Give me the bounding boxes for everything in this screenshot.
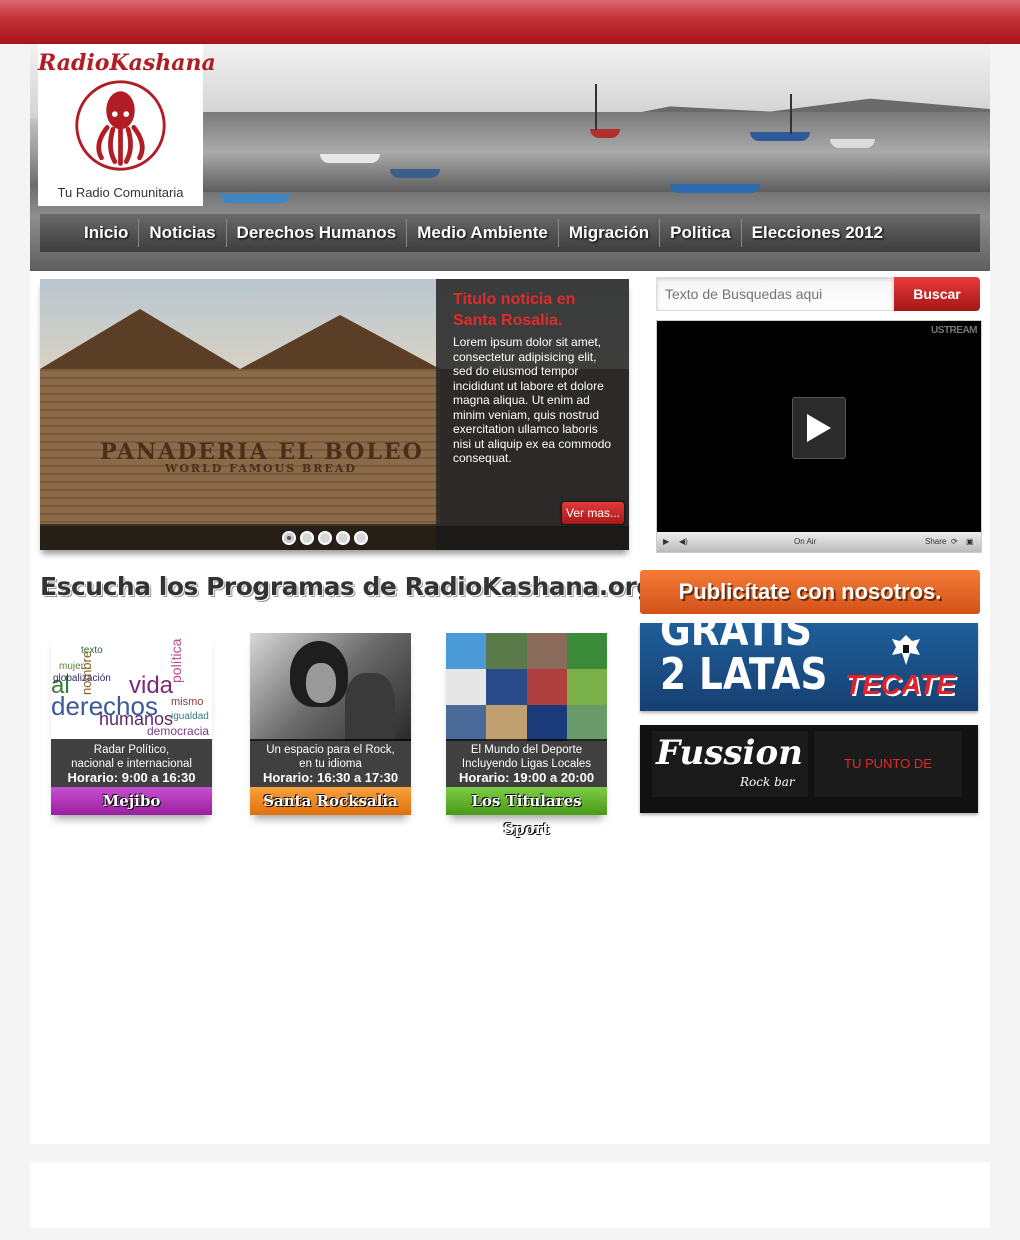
ad-fussion-subtitle: Rock bar [740,775,795,789]
player-brand: USTREAM [931,325,977,336]
top-bar [0,0,1020,44]
fullscreen-icon[interactable]: ▣ [966,537,974,546]
slider-dot-4[interactable] [335,531,350,545]
main-nav: Inicio Noticias Derechos Humanos Medio A… [40,214,980,252]
ad-fussion-tagline: TU PUNTO DE ENCUENTRO [814,731,962,797]
play-button[interactable] [792,397,846,459]
word-cloud-word: igualdad [171,711,209,722]
program-image [250,633,411,741]
play-icon [807,414,831,442]
program-line1: Radar Político, [93,744,170,756]
program-card-mejibo[interactable]: al vida política derechos humanos mujer … [51,633,212,815]
search-input[interactable] [656,277,894,311]
word-cloud-word: texto [81,645,103,656]
program-line2: Incluyendo Ligas Locales [461,758,592,770]
nav-item-medio-ambiente[interactable]: Medio Ambiente [407,219,559,247]
squid-logo-icon [75,80,166,171]
banner-boat [320,154,380,163]
news-slider: PANADERIA EL BOLEO WORLD FAMOUS BREAD Ti… [40,279,629,550]
logo-subtitle: Tu Radio Comunitaria [57,185,184,200]
banner-boat [750,132,810,141]
word-cloud-word: mismo [171,696,203,708]
refresh-icon[interactable]: ⟳ [951,537,958,546]
banner-boat [590,129,620,138]
program-line2: nacional e internacional [71,758,192,770]
program-description: El Mundo del Deporte Incluyendo Ligas Lo… [446,739,607,787]
banner-boat [670,184,760,193]
footer [30,1162,990,1228]
ad-tecate-line2: 2 LATAS [660,649,828,700]
search-bar: Buscar [656,277,980,311]
program-card-santa-rocksalia[interactable]: Un espacio para el Rock, en tu idioma Ho… [250,633,411,815]
program-label[interactable]: Los Titulares Sport [446,787,607,838]
page-container: RadioKashana Tu Radio Comunitaria Inicio… [30,44,990,1144]
header-banner: RadioKashana Tu Radio Comunitaria Inicio… [30,44,990,271]
program-schedule: Horario: 19:00 a 20:00 [458,770,595,785]
program-description: Radar Político, nacional e internacional… [51,739,212,787]
ad-tecate-headline: GRATIS 2 LATAS [660,623,827,697]
program-card-los-titulares-sport[interactable]: El Mundo del Deporte Incluyendo Ligas Lo… [446,633,607,838]
word-cloud-word: nombre [79,651,94,695]
ad-fussion-name: Fussion [656,733,803,773]
program-schedule: Horario: 9:00 a 16:30 [67,770,196,785]
program-schedule: Horario: 16:30 a 17:30 [262,770,399,785]
program-line2: en tu idioma [299,758,362,770]
slider-dot-1[interactable] [281,531,296,545]
word-cloud-word: política [168,638,184,683]
player-status: On Air [794,537,817,546]
nav-item-inicio[interactable]: Inicio [74,219,140,247]
banner-boat [220,194,290,203]
logo-title: RadioKashana [38,50,216,76]
nav-item-elecciones-2012[interactable]: Elecciones 2012 [742,219,893,247]
word-cloud-image: al vida política derechos humanos mujer … [51,638,209,738]
banner-boat [390,169,440,178]
slide-text: Lorem ipsum dolor sit amet, consectetur … [453,335,612,465]
slider-dot-2[interactable] [299,531,314,545]
nav-item-politica[interactable]: Politica [660,219,742,247]
ad-tecate-brand: TECATE [845,669,955,700]
advertise-banner[interactable]: Publicítate con nosotros. [640,570,980,614]
slide-title[interactable]: Titulo noticia en Santa Rosalia. [453,289,623,331]
program-image [446,633,607,741]
banner-mast [790,94,792,134]
slider-dot-5[interactable] [353,531,368,545]
nav-item-derechos-humanos[interactable]: Derechos Humanos [227,219,408,247]
program-photo-face [306,663,336,703]
nav-item-noticias[interactable]: Noticias [139,219,227,247]
program-line1: Un espacio para el Rock, [266,744,395,756]
read-more-button[interactable]: Ver mas... [562,502,624,524]
program-label[interactable]: Mejibo [51,787,212,815]
ad-fussion[interactable]: Fussion Rock bar TU PUNTO DE ENCUENTRO [640,725,978,813]
programs-heading: Escucha los Programas de RadioKashana.or… [40,572,654,601]
ad-tecate[interactable]: GRATIS 2 LATAS TECATE [640,623,978,711]
share-button[interactable]: Share [925,537,946,546]
program-line1: El Mundo del Deporte [470,744,583,756]
ad-fussion-logo: Fussion Rock bar [652,731,808,797]
play-small-icon[interactable]: ▶ [663,537,669,546]
program-label[interactable]: Santa Rocksalia [250,787,411,815]
search-button[interactable]: Buscar [894,277,980,311]
banner-boat [830,139,875,148]
slide-caption: Titulo noticia en Santa Rosalia. Lorem i… [436,279,629,550]
program-description: Un espacio para el Rock, en tu idioma Ho… [250,739,411,787]
program-photo-person [345,673,395,741]
volume-icon[interactable]: ◀) [679,537,688,546]
eagle-icon [892,635,920,665]
slider-pagination [40,526,629,550]
site-logo[interactable]: RadioKashana Tu Radio Comunitaria [38,44,216,206]
video-player: USTREAM ▶ ◀) On Air Share ⟳ ▣ [656,320,982,553]
program-image: al vida política derechos humanos mujer … [51,633,212,741]
nav-item-migracion[interactable]: Migración [559,219,661,247]
word-cloud-word: democracia [147,724,209,738]
slider-dot-3[interactable] [317,531,332,545]
slide-photo-sign-secondary: WORLD FAMOUS BREAD [165,462,357,475]
player-controls: ▶ ◀) On Air Share ⟳ ▣ [657,532,981,552]
banner-mast [595,84,597,130]
